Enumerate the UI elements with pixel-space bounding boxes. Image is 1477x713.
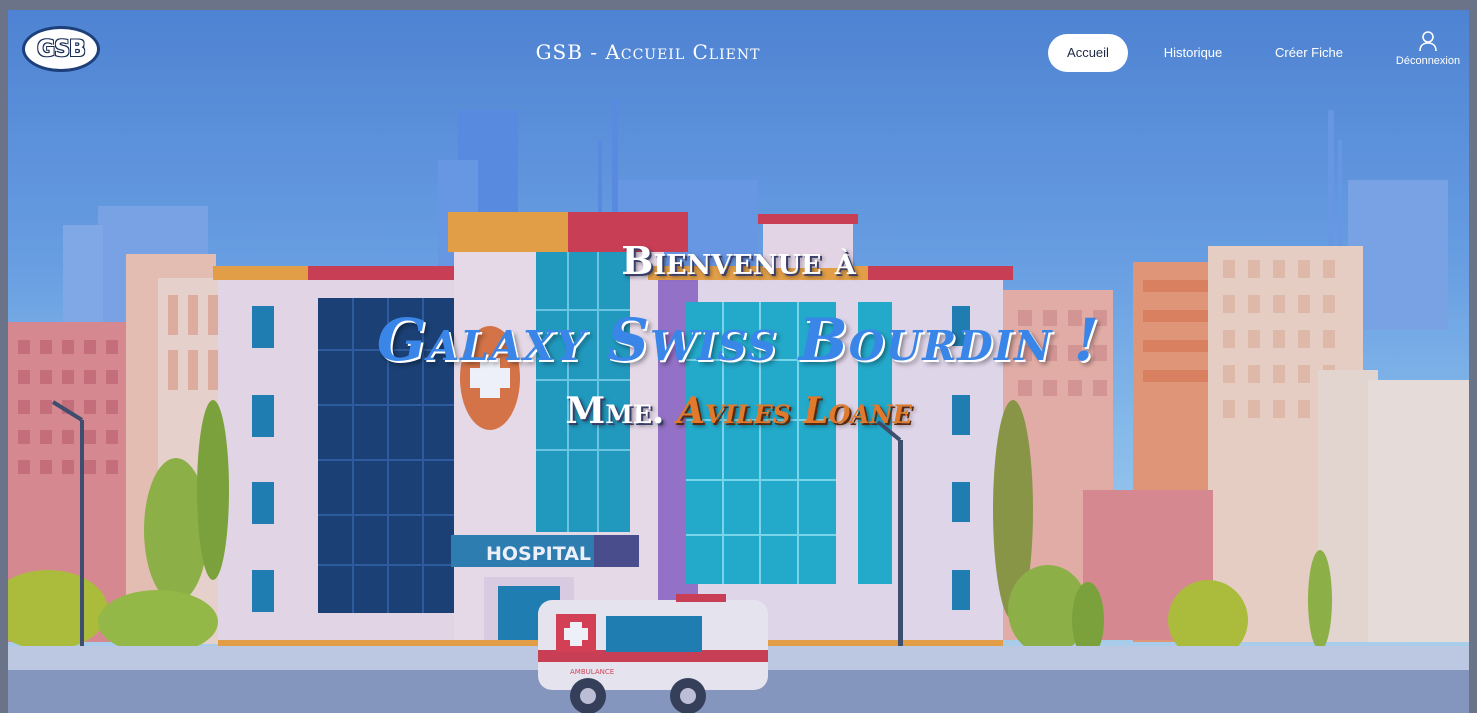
client-title: Mme. xyxy=(565,390,665,432)
user-icon xyxy=(1419,31,1437,52)
welcome-heading: Bienvenue à xyxy=(621,238,856,283)
nav-creer-fiche[interactable]: Créer Fiche xyxy=(1263,34,1355,72)
logout-label: Déconnexion xyxy=(1395,55,1461,67)
gsb-logo[interactable]: GSB xyxy=(22,26,100,72)
nav-historique[interactable]: Historique xyxy=(1148,34,1238,72)
company-name-heading: Galaxy Swiss Bourdin ! xyxy=(376,306,1101,374)
client-name: Aviles Loane xyxy=(677,390,912,432)
logout-button[interactable]: Déconnexion xyxy=(1386,30,1469,67)
nav-accueil[interactable]: Accueil xyxy=(1048,34,1128,72)
client-name-heading: Mme. Aviles Loane xyxy=(8,390,1469,432)
page-title: GSB - Accueil Client xyxy=(535,40,761,64)
app-frame: HOSPITAL AMBULANCE xyxy=(8,10,1469,713)
